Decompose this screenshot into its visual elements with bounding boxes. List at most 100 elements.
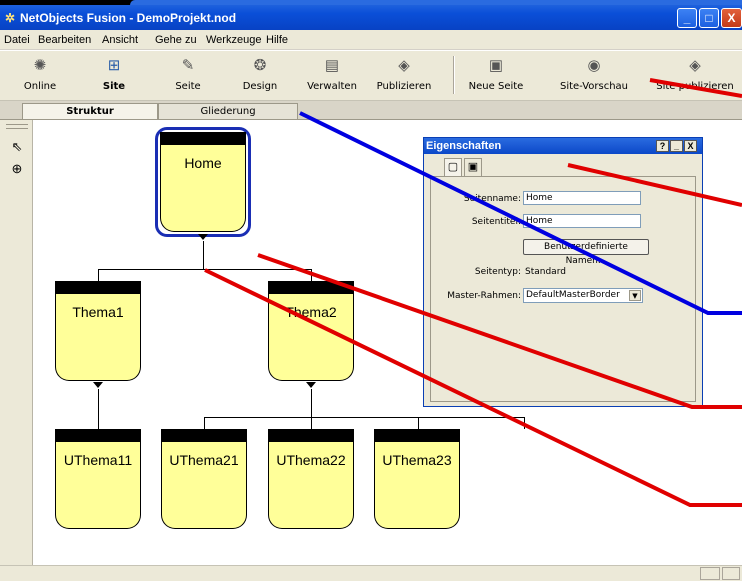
node-header [161, 429, 247, 442]
tree-connector [311, 389, 312, 417]
dialog-help-button[interactable]: ? [656, 140, 669, 152]
properties-dialog-title: Eigenschaften ? _ X [424, 138, 702, 154]
tab-gliederung[interactable]: Gliederung [158, 103, 298, 119]
tab-struktur[interactable]: Struktur [22, 103, 158, 119]
status-panel [700, 567, 720, 580]
toolbar-site-vorschau-button[interactable]: ◉ Site-Vorschau [556, 55, 632, 92]
tree-connector [418, 417, 419, 429]
close-button[interactable]: X [721, 8, 742, 28]
tree-connector [204, 417, 205, 429]
page-edit-icon: ✎ [181, 57, 195, 74]
style-properties-tab[interactable]: ▣ [464, 158, 482, 176]
status-panel [722, 567, 740, 580]
minimize-button[interactable]: _ [677, 8, 697, 28]
toolbar-site-button[interactable]: ⊞ Site [76, 55, 152, 92]
tree-connector [311, 269, 312, 281]
window-title: NetObjects Fusion - DemoProjekt.nod [20, 11, 237, 25]
toolbar-site-vorschau-label: Site-Vorschau [559, 81, 629, 92]
pointer-tool-icon[interactable]: ⇖ [8, 138, 26, 156]
node-label: Home [160, 145, 246, 232]
status-bar [0, 565, 742, 581]
menu-werkzeuge[interactable]: Werkzeuge [206, 34, 261, 46]
properties-title-text: Eigenschaften [426, 140, 502, 152]
tree-connector [311, 417, 312, 429]
title-top-strip [0, 0, 742, 5]
toolbar-verwalten-button[interactable]: ▤ Verwalten [294, 55, 370, 92]
node-header [374, 429, 460, 442]
publish-icon: ◈ [398, 57, 410, 74]
menu-gehe-zu[interactable]: Gehe zu [155, 34, 197, 46]
seitentitel-input[interactable]: Home [523, 214, 641, 228]
menu-bar: Datei Bearbeiten Ansicht Gehe zu Werkzeu… [0, 30, 742, 50]
expand-triangle-icon[interactable] [198, 234, 208, 240]
zoom-tool-icon[interactable]: ⊕ [8, 160, 26, 178]
page-node-uthema23[interactable]: UThema23 [374, 429, 460, 529]
menu-ansicht[interactable]: Ansicht [102, 34, 138, 46]
toolbar-online-button[interactable]: ✺ Online [2, 55, 78, 92]
menu-datei[interactable]: Datei [4, 34, 30, 46]
app-icon: ✲ [5, 11, 16, 25]
properties-dialog: Eigenschaften ? _ X ▢ ▣ Seitenname: Home… [423, 137, 703, 407]
page-node-home[interactable]: Home [155, 127, 251, 237]
seitenname-label: Seitenname: [463, 194, 521, 204]
palette-grip [6, 128, 28, 129]
node-header [160, 132, 246, 145]
tree-connector [204, 417, 524, 418]
seitentyp-value: Standard [525, 267, 566, 277]
tree-connector [203, 241, 204, 269]
page-node-uthema21[interactable]: UThema21 [161, 429, 247, 529]
toolbar-neue-seite-label: Neue Seite [468, 81, 524, 92]
tree-connector [524, 417, 525, 429]
toolbar-site-publizieren-button[interactable]: ◈ Site publizieren [648, 55, 742, 92]
seitenname-input[interactable]: Home [523, 191, 641, 205]
node-label: UThema23 [374, 442, 460, 529]
node-label: Thema1 [55, 294, 141, 381]
page-node-thema2[interactable]: Thema2 [268, 281, 354, 381]
page-node-uthema22[interactable]: UThema22 [268, 429, 354, 529]
expand-triangle-icon[interactable] [306, 382, 316, 388]
master-rahmen-value: DefaultMasterBorder [526, 290, 620, 300]
manage-icon: ▤ [324, 57, 340, 74]
sitemap-icon: ⊞ [107, 57, 121, 74]
toolbar-neue-seite-button[interactable]: ▣ Neue Seite [458, 55, 534, 92]
expand-triangle-icon[interactable] [93, 382, 103, 388]
preview-icon: ◉ [587, 57, 601, 74]
main-toolbar: ✺ Online ⊞ Site ✎ Seite ❂ Design ▤ Verwa… [0, 51, 742, 101]
toolbar-publizieren-label: Publizieren [376, 81, 432, 92]
globe-icon: ✺ [33, 57, 47, 74]
seitentitel-label: Seitentitel: [471, 217, 521, 227]
dialog-close-button[interactable]: X [684, 140, 697, 152]
toolbar-verwalten-label: Verwalten [307, 81, 357, 92]
tree-connector [98, 269, 99, 281]
page-properties-tab[interactable]: ▢ [444, 158, 462, 176]
menu-hilfe[interactable]: Hilfe [266, 34, 288, 46]
master-rahmen-label: Master-Rahmen: [447, 291, 521, 301]
toolbar-design-label: Design [242, 81, 278, 92]
view-tabbar: Struktur Gliederung [0, 101, 742, 120]
dialog-minimize-button[interactable]: _ [670, 140, 683, 152]
tree-connector [98, 389, 99, 429]
master-rahmen-select[interactable]: DefaultMasterBorder ▼ [523, 288, 643, 303]
new-page-icon: ▣ [488, 57, 504, 74]
toolbar-publizieren-button[interactable]: ◈ Publizieren [366, 55, 442, 92]
window-titlebar: ✲ NetObjects Fusion - DemoProjekt.nod _ … [0, 0, 742, 30]
left-tool-palette: ⇖ ⊕ [0, 120, 33, 581]
menu-bearbeiten[interactable]: Bearbeiten [38, 34, 91, 46]
node-label: UThema21 [161, 442, 247, 529]
page-node-thema1[interactable]: Thema1 [55, 281, 141, 381]
properties-panel: Seitenname: Home Seitentitel: Home Benut… [430, 176, 696, 402]
maximize-button[interactable]: □ [699, 8, 719, 28]
node-label: UThema22 [268, 442, 354, 529]
node-header [55, 281, 141, 294]
custom-names-button[interactable]: Benutzerdefinierte Namen... [523, 239, 649, 266]
seitentyp-label: Seitentyp: [474, 267, 521, 277]
toolbar-seite-label: Seite [175, 81, 201, 92]
palette-grip [6, 124, 28, 125]
node-header [268, 281, 354, 294]
toolbar-site-label: Site [102, 81, 126, 92]
chevron-down-icon[interactable]: ▼ [629, 290, 641, 301]
style-tab-icon: ▣ [467, 161, 479, 173]
toolbar-design-button[interactable]: ❂ Design [222, 55, 298, 92]
page-node-uthema11[interactable]: UThema11 [55, 429, 141, 529]
toolbar-seite-button[interactable]: ✎ Seite [150, 55, 226, 92]
